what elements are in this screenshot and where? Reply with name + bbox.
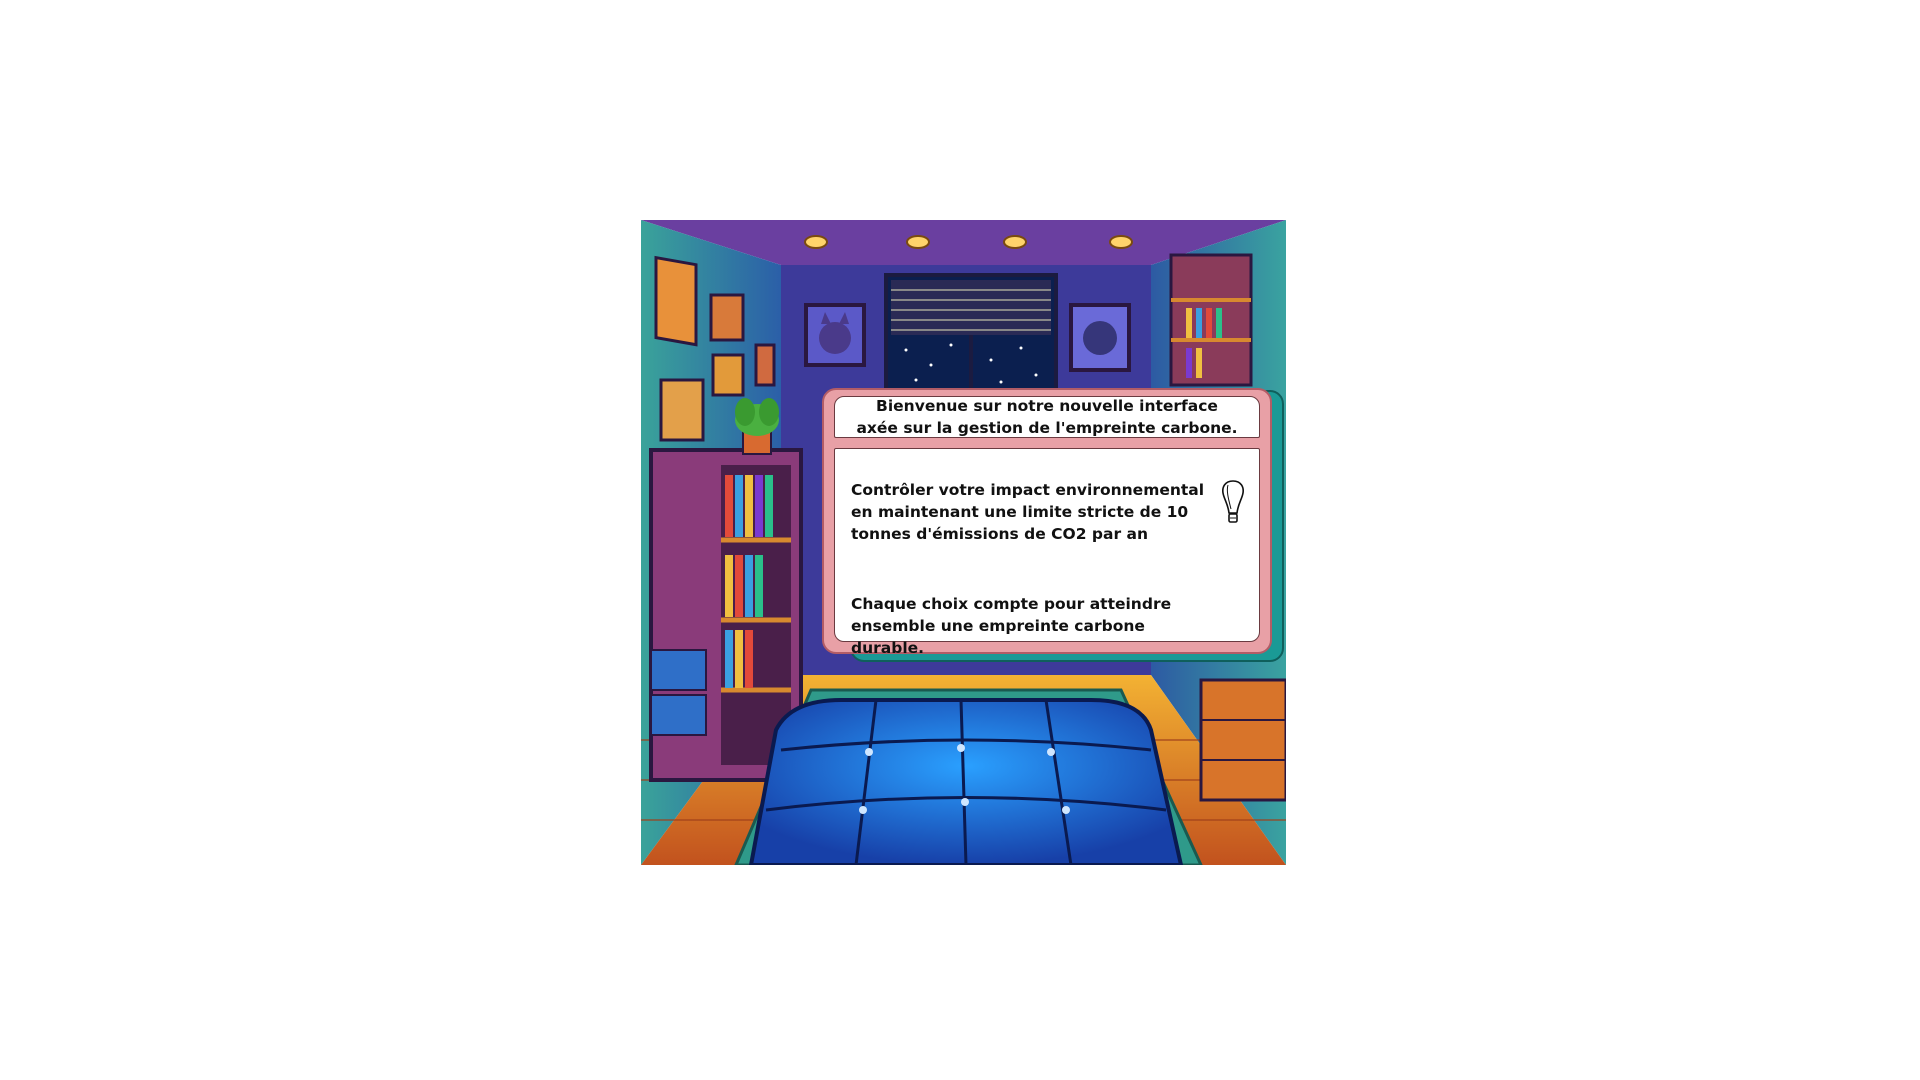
dialog-body-box[interactable]: Contrôler votre impact environnemental e… xyxy=(834,448,1260,657)
window-icon xyxy=(884,273,1058,397)
dialog-message-1: Contrôler votre impact environnemental e… xyxy=(851,481,1205,543)
dialog-title-box: Bienvenue sur notre nouvelle interface a… xyxy=(834,396,1260,438)
lightbulb-icon xyxy=(1222,480,1244,523)
bear-poster-icon xyxy=(1069,303,1131,372)
game-scene: Bienvenue sur notre nouvelle interface a… xyxy=(641,220,1286,865)
dialog-title-line2: axée sur la gestion de l'empreinte carbo… xyxy=(856,419,1238,437)
dialog-message-2: Chaque choix compte pour atteindre ensem… xyxy=(851,595,1172,657)
cat-poster-icon xyxy=(804,303,866,367)
dialog-panel: Bienvenue sur notre nouvelle interface a… xyxy=(822,388,1272,657)
dialog-title-line1: Bienvenue sur notre nouvelle interface xyxy=(876,397,1218,415)
bed-icon xyxy=(748,698,1184,865)
